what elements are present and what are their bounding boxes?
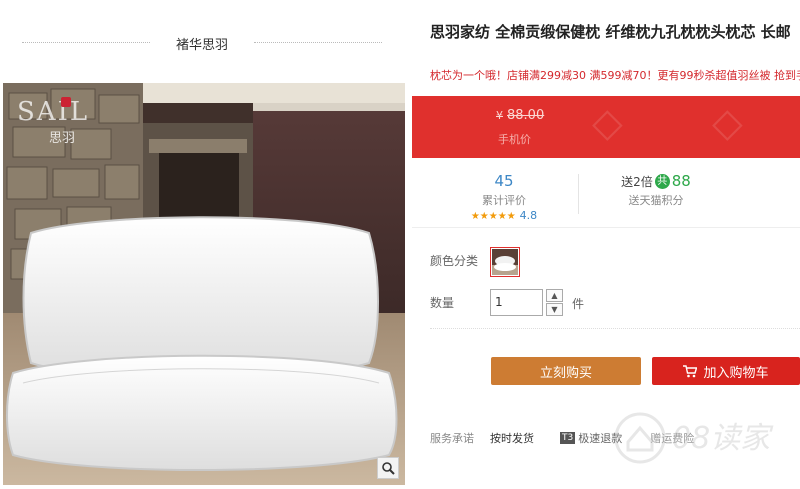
quantity-increase-button[interactable]: ▲ [546,289,563,302]
gallery-panel: 褚华思羽 SAIL 思羽 [0,0,412,489]
price-note: 手机价 [498,133,531,146]
stats-row: 45 累计评价 ★★★★★ 4.8 送2倍 共 88 送天猫积分 [412,166,800,228]
divider [430,328,800,329]
service-label: 服务承诺 [430,432,474,445]
review-count: 45 [494,172,514,190]
rating-stars: ★★★★★ 4.8 [464,209,544,222]
buy-now-button[interactable]: 立刻购买 [491,357,641,385]
points-badge-icon: 共 [654,173,670,189]
review-stats[interactable]: 45 累计评价 ★★★★★ 4.8 [464,172,544,222]
original-price: ¥88.00 [496,108,544,123]
store-name[interactable]: 褚华思羽 [22,34,382,53]
quantity-decrease-button[interactable]: ▼ [546,303,563,316]
currency-symbol: ¥ [496,109,503,122]
price-band: ◇ ◇ ¥88.00 手机价 [412,96,800,158]
product-main-image[interactable]: SAIL 思羽 [3,83,405,485]
points-value: 88 [671,172,691,190]
cart-icon [683,364,698,377]
color-option-label: 颜色分类 [430,254,479,268]
product-title: 思羽家纺 全棉贡缎保健枕 纤维枕九孔枕枕头枕芯 长邮 [430,23,791,41]
product-info-panel: 思羽家纺 全棉贡缎保健枕 纤维枕九孔枕枕头枕芯 长邮 枕芯为一个哦！店铺满299… [412,0,800,489]
color-swatch[interactable] [490,247,520,277]
watermark-text: 08读家 [672,421,774,456]
decor-pattern: ◇ [592,100,623,146]
divider [578,174,579,214]
points-stats: 送2倍 共 88 送天猫积分 [608,172,704,208]
quantity-unit: 件 [572,297,585,311]
brand-logo-cn: 思羽 [49,131,76,146]
review-label: 累计评价 [482,194,526,207]
service-shipping[interactable]: 按时发货 [490,430,534,446]
swatch-thumbnail-icon [492,249,518,275]
brand-logo-mark [61,97,71,107]
zoom-button[interactable] [377,457,399,479]
star-icons: ★★★★★ [470,211,516,222]
zoom-icon [382,462,395,475]
add-to-cart-button[interactable]: 加入购物车 [652,357,800,385]
quantity-label: 数量 [430,296,455,310]
quantity-input[interactable]: 1 [490,289,543,316]
divider [254,42,382,43]
add-to-cart-label: 加入购物车 [703,365,769,381]
original-price-value: 88.00 [507,108,545,123]
brand-logo-text: SAIL [17,97,90,127]
store-header: 褚华思羽 [22,30,382,54]
rating-value: 4.8 [519,209,538,222]
t3-badge-icon: T3 [560,432,576,444]
points-label: 送天猫积分 [628,194,684,207]
decor-pattern: ◇ [712,100,743,146]
site-watermark-logo: 08读家 [614,412,774,464]
quantity-stepper: ▲ ▼ [546,289,563,316]
brand-logo: SAIL 思羽 [17,97,97,149]
product-subtitle: 枕芯为一个哦！店铺满299减30 满599减70！更有99秒杀超值羽丝被 抢到手… [430,69,800,82]
points-prefix: 送2倍 [621,174,653,189]
